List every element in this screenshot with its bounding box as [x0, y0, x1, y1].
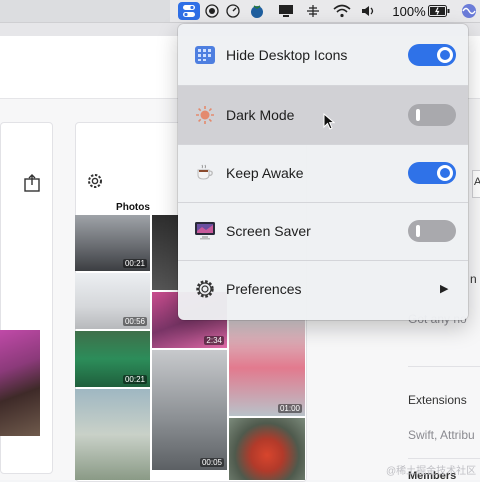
dark-mode-toggle[interactable]	[408, 104, 456, 126]
gauge-icon[interactable]	[224, 2, 242, 20]
menu-item-label: Preferences	[226, 281, 302, 297]
video-thumbnail[interactable]	[152, 215, 178, 290]
photos-title: Photos	[116, 202, 150, 213]
toggle-switches-icon[interactable]	[178, 2, 200, 20]
menu-item-label: Dark Mode	[226, 107, 295, 123]
toggle-knob	[416, 109, 420, 121]
toggle-knob	[437, 165, 453, 181]
mouse-cursor-icon	[323, 113, 335, 130]
menu-item-preferences[interactable]: Preferences ▶	[178, 260, 468, 318]
screen-saver-toggle[interactable]	[408, 220, 456, 242]
battery-percent: 100%	[392, 3, 426, 19]
tomato-icon[interactable]	[246, 2, 268, 20]
video-duration: 00:56	[122, 317, 147, 326]
sun-icon	[194, 104, 216, 126]
video-duration: 01:00	[277, 404, 302, 413]
extensions-label: Extensions	[408, 393, 467, 407]
extensions-value: Swift, Attribu	[408, 428, 475, 442]
menu-item-hide-desktop-icons[interactable]: Hide Desktop Icons	[178, 26, 468, 84]
menu-bar-left	[0, 0, 170, 22]
menu-item-label: Hide Desktop Icons	[226, 47, 348, 63]
video-thumbnail[interactable]	[229, 418, 305, 480]
divider	[408, 458, 480, 459]
network-icon[interactable]	[304, 2, 322, 20]
battery-icon[interactable]	[427, 2, 451, 20]
video-duration: 2:34	[204, 336, 224, 345]
video-thumbnail[interactable]: 00:21	[75, 331, 150, 387]
record-icon[interactable]	[203, 2, 221, 20]
volume-icon[interactable]	[360, 2, 378, 20]
right-panel-letter: n	[470, 272, 477, 286]
menu-item-label: Screen Saver	[226, 223, 311, 239]
desktop-grid-icon	[194, 44, 216, 66]
display-icon[interactable]	[276, 2, 296, 20]
video-thumbnail[interactable]	[75, 389, 150, 480]
video-thumbnail[interactable]: 00:05	[152, 350, 227, 470]
video-duration: 00:21	[122, 375, 147, 384]
video-duration: 00:21	[122, 259, 147, 268]
menu-item-label: Keep Awake	[226, 165, 304, 181]
toggle-knob	[437, 47, 453, 63]
toggle-knob	[416, 225, 420, 237]
coffee-cup-icon	[194, 162, 216, 184]
right-panel-letter: A	[474, 176, 480, 188]
menu-item-keep-awake[interactable]: Keep Awake	[178, 144, 468, 202]
monitor-icon	[194, 220, 216, 242]
divider	[408, 366, 480, 367]
gear-icon	[194, 278, 216, 300]
share-icon[interactable]	[24, 174, 40, 192]
chevron-right-icon: ▶	[440, 283, 449, 295]
menu-item-screen-saver[interactable]: Screen Saver	[178, 202, 468, 260]
menu-bar: 100%	[0, 0, 480, 23]
video-thumbnail[interactable]: 00:21	[75, 215, 150, 271]
wifi-icon[interactable]	[331, 2, 353, 20]
hide-desktop-icons-toggle[interactable]	[408, 44, 456, 66]
quick-toggles-menu: Hide Desktop Icons Dark Mode Keep Awake …	[178, 24, 468, 320]
keep-awake-toggle[interactable]	[408, 162, 456, 184]
siri-icon[interactable]	[458, 2, 480, 20]
video-thumbnail[interactable]: 00:56	[75, 273, 150, 329]
photo-thumbnail[interactable]	[0, 330, 40, 436]
video-thumbnail[interactable]: 01:00	[229, 320, 305, 416]
gear-icon[interactable]	[86, 172, 104, 190]
video-duration: 00:05	[199, 458, 224, 467]
watermark: @稀土掘金技术社区	[386, 466, 477, 477]
